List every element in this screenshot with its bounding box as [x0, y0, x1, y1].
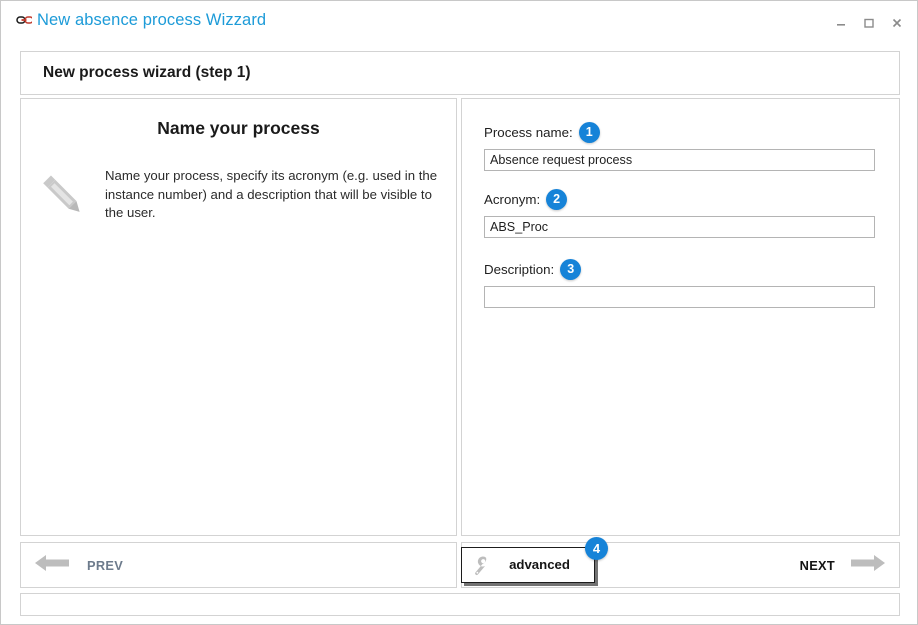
process-form: Process name: 1 Acronym: 2 Description: …	[462, 99, 899, 308]
wrench-icon	[469, 554, 491, 576]
status-strip	[20, 593, 900, 616]
window-controls	[827, 13, 911, 33]
maximize-icon[interactable]	[855, 13, 883, 33]
description-input[interactable]	[484, 286, 875, 308]
field-acronym: Acronym: 2	[484, 188, 875, 238]
link-chain-icon	[14, 11, 32, 29]
acronym-label: Acronym:	[484, 191, 541, 207]
step-badge-1: 1	[578, 121, 600, 143]
process-name-input[interactable]	[484, 149, 875, 171]
step-badge-3: 3	[560, 258, 582, 280]
info-panel: Name your process Name your process, spe…	[20, 98, 457, 536]
info-heading: Name your process	[157, 118, 320, 138]
description-label: Description:	[484, 261, 555, 277]
process-name-label: Process name:	[484, 124, 573, 140]
footer-left: PREV	[20, 542, 457, 588]
step-header: New process wizard (step 1)	[20, 51, 900, 95]
arrow-right-icon[interactable]	[851, 553, 885, 578]
field-process-name: Process name: 1	[484, 121, 875, 171]
step-badge-4: 4	[585, 536, 608, 560]
arrow-left-icon[interactable]	[35, 553, 69, 578]
info-description: Name your process, specify its acronym (…	[105, 168, 438, 221]
close-icon[interactable]	[883, 13, 911, 33]
acronym-input[interactable]	[484, 216, 875, 238]
window-title: New absence process Wizzard	[37, 10, 267, 29]
prev-button[interactable]: PREV	[87, 558, 123, 573]
next-button[interactable]: NEXT	[800, 558, 835, 573]
footer-right: advanced 4 NEXT	[461, 536, 900, 588]
advanced-button[interactable]: advanced 4	[461, 536, 608, 583]
form-panel: Process name: 1 Acronym: 2 Description: …	[461, 98, 900, 536]
step-badge-2: 2	[546, 188, 568, 210]
advanced-label: advanced	[509, 557, 570, 572]
minimize-icon[interactable]	[827, 13, 855, 33]
title-bar: New absence process Wizzard	[1, 1, 917, 39]
wizard-window: New absence process Wizzard New process …	[0, 0, 918, 625]
next-group[interactable]: NEXT	[800, 553, 885, 578]
pencil-icon	[21, 167, 105, 223]
page-title: New process wizard (step 1)	[43, 64, 251, 81]
field-description: Description: 3	[484, 258, 875, 308]
